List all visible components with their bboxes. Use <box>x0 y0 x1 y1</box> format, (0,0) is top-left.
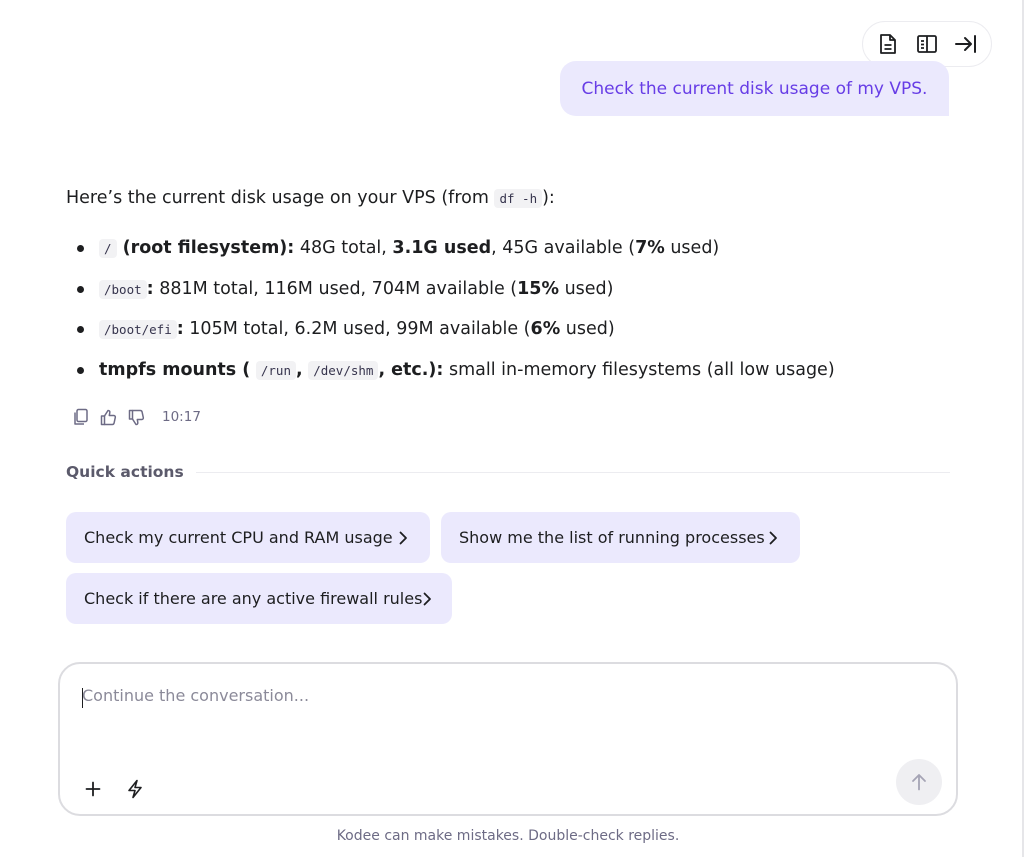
item-text: used) <box>664 238 720 258</box>
mount-path: /boot <box>99 279 147 299</box>
list-item: tmpfs mounts ( /run, /dev/shm, etc.): sm… <box>77 350 835 391</box>
thumbs-up-button[interactable] <box>98 407 118 427</box>
chevron-right-icon <box>398 531 412 545</box>
list-item: / (root filesystem): 48G total, 3.1G use… <box>77 228 835 269</box>
message-timestamp: 10:17 <box>162 409 201 425</box>
arrow-up-icon <box>912 774 926 791</box>
thumbs-up-icon <box>100 409 116 425</box>
quick-action-label: Check my current CPU and RAM usage <box>84 528 393 547</box>
collapse-panel-button[interactable] <box>949 27 983 61</box>
copy-icon <box>73 408 88 425</box>
mount-path: / <box>99 239 117 258</box>
text-caret <box>82 688 83 708</box>
disk-usage-list: / (root filesystem): 48G total, 3.1G use… <box>56 228 835 390</box>
item-text: 105M total, 6.2M used, 99M available ( <box>183 319 531 339</box>
item-text: small in-memory filesystems (all low usa… <box>443 359 835 380</box>
item-bold: 15% <box>517 278 560 299</box>
thumbs-down-button[interactable] <box>126 407 146 427</box>
list-item: /boot/efi: 105M total, 6.2M used, 99M av… <box>77 309 835 350</box>
list-item: /boot: 881M total, 116M used, 704M avail… <box>77 269 835 310</box>
document-button[interactable] <box>871 27 905 61</box>
item-colon: : <box>146 278 154 299</box>
chevron-right-icon <box>422 592 434 606</box>
divider <box>195 471 950 473</box>
item-colon: : <box>176 319 184 339</box>
add-attachment-button[interactable] <box>79 775 107 803</box>
quick-action-cpu-ram[interactable]: Check my current CPU and RAM usage <box>66 512 430 563</box>
chevron-right-icon <box>768 531 782 545</box>
user-message-text: Check the current disk usage of my VPS. <box>581 78 928 99</box>
lightning-icon <box>128 779 142 799</box>
item-text: 881M total, 116M used, 704M available ( <box>153 278 518 299</box>
intro-text-end: ): <box>542 188 555 208</box>
item-bold: 3.1G used <box>392 238 492 258</box>
item-label: (root filesystem): <box>116 238 295 258</box>
message-actions: 10:17 <box>70 407 201 427</box>
split-view-icon <box>917 35 937 53</box>
split-view-button[interactable] <box>910 27 944 61</box>
send-button[interactable] <box>896 759 942 805</box>
item-bold: 7% <box>635 238 665 258</box>
item-text: used) <box>560 319 615 339</box>
inline-code: df -h <box>494 189 543 208</box>
quick-tools-button[interactable] <box>121 775 149 803</box>
quick-action-firewall[interactable]: Check if there are any active firewall r… <box>66 573 452 624</box>
quick-actions-title: Quick actions <box>66 463 184 481</box>
item-text: , 45G available ( <box>491 238 636 258</box>
quick-action-label: Check if there are any active firewall r… <box>84 589 423 608</box>
item-bold: 6% <box>530 319 561 339</box>
item-label: , etc.): <box>378 359 444 380</box>
mount-path: /boot/efi <box>99 320 177 339</box>
mount-path: /dev/shm <box>308 360 379 380</box>
quick-action-processes[interactable]: Show me the list of running processes <box>441 512 800 563</box>
message-input[interactable] <box>82 686 882 705</box>
quick-actions-header: Quick actions <box>66 461 950 483</box>
thumbs-down-icon <box>128 409 144 425</box>
item-text: used) <box>559 278 614 299</box>
collapse-right-icon <box>954 35 976 53</box>
disclaimer-text: Kodee can make mistakes. Double-check re… <box>336 828 680 844</box>
plus-icon <box>85 781 101 797</box>
assistant-intro: Here’s the current disk usage on your VP… <box>66 186 555 211</box>
item-separator: , <box>295 359 303 380</box>
quick-action-label: Show me the list of running processes <box>459 528 765 547</box>
document-icon <box>880 34 897 54</box>
message-composer <box>58 662 958 816</box>
item-label: tmpfs mounts ( <box>99 359 251 380</box>
mount-path: /run <box>255 360 296 380</box>
intro-text: Here’s the current disk usage on your VP… <box>66 188 495 208</box>
user-message-bubble: Check the current disk usage of my VPS. <box>560 61 949 116</box>
item-text: 48G total, <box>294 238 393 258</box>
copy-button[interactable] <box>70 407 90 427</box>
